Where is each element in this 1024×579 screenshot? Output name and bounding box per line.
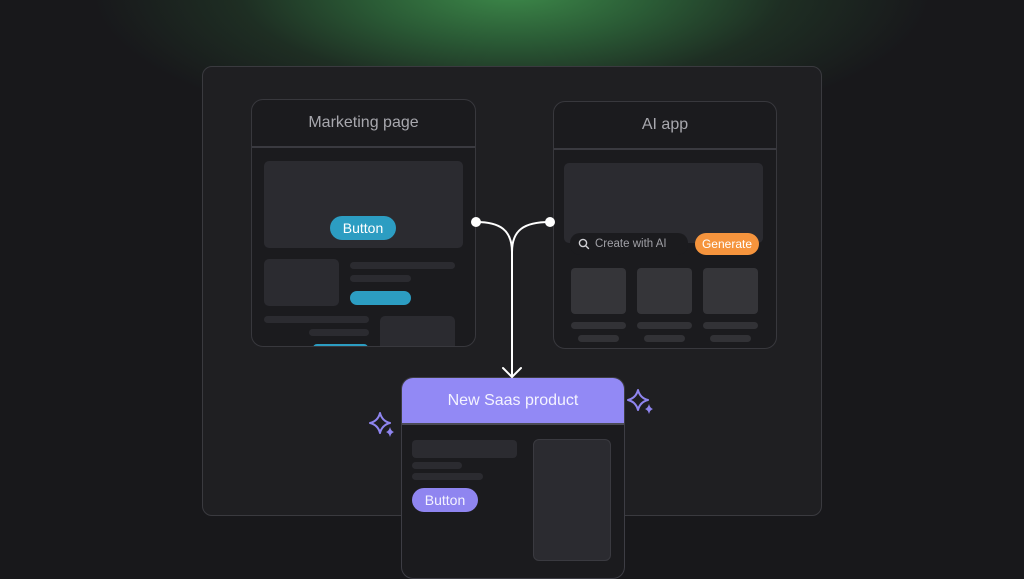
decorations-layer: [369, 217, 653, 437]
sparkle-icon: [369, 412, 391, 434]
connector-node-right: [545, 217, 555, 227]
sparkle-small-icon: [645, 404, 653, 414]
sparkle-icon: [627, 389, 649, 411]
connector-node-left: [471, 217, 481, 227]
sparkle-small-icon: [386, 427, 394, 437]
merge-arrow-connector: [475, 221, 551, 379]
